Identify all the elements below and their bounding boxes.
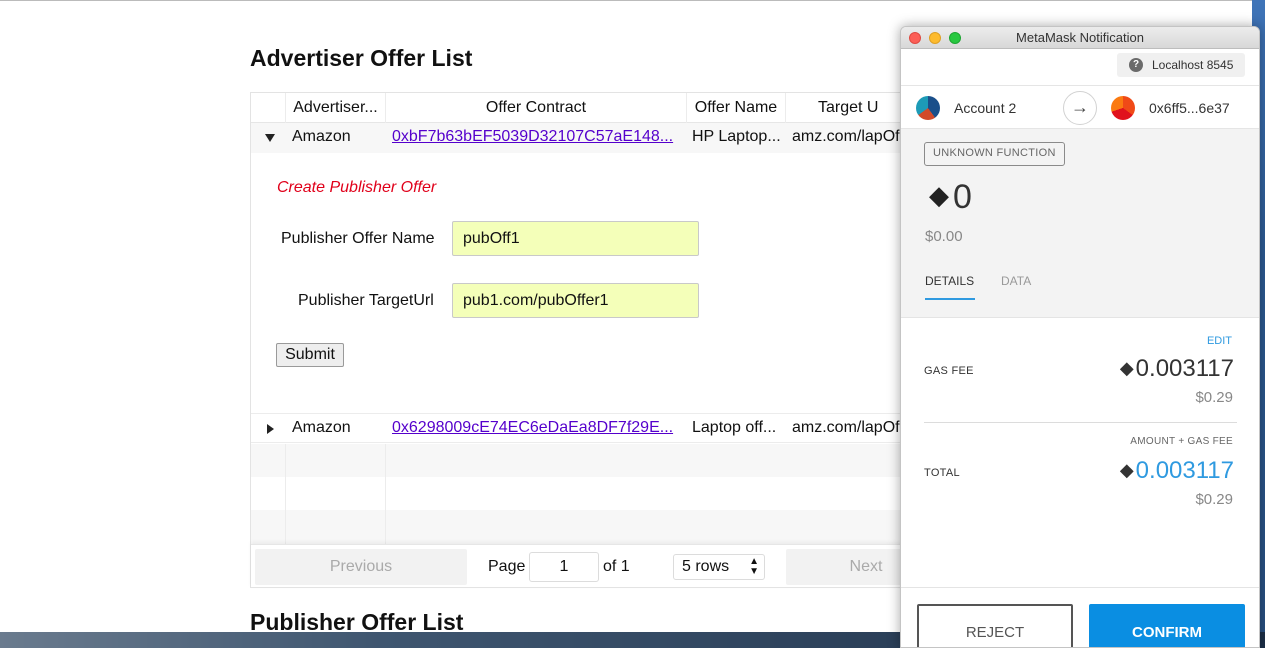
network-badge[interactable]: ? Localhost 8545	[1117, 53, 1245, 77]
tab-details[interactable]: DETAILS	[925, 274, 975, 300]
page-label: Page	[488, 558, 526, 575]
row-offer-name: HP Laptop...	[692, 128, 781, 145]
advertiser-offer-table: Advertiser... Offer Contract Offer Name …	[250, 92, 950, 588]
network-bar: ? Localhost 8545	[901, 49, 1259, 85]
help-icon: ?	[1129, 58, 1143, 72]
ethereum-icon: ◆	[1119, 358, 1134, 378]
row-offer-name: Laptop off...	[692, 419, 777, 436]
to-account-address: 0x6ff5...6e37	[1149, 100, 1230, 116]
amount-plus-gas-label: AMOUNT + GAS FEE	[1130, 436, 1233, 447]
column-divider	[385, 444, 386, 477]
window-titlebar[interactable]: MetaMask Notification	[901, 27, 1259, 49]
column-header-offer-contract[interactable]: Offer Contract	[386, 99, 686, 117]
gas-fee-value: ◆0.003117	[1120, 355, 1234, 383]
page-count-label: of 1	[603, 558, 630, 575]
select-arrows-icon: ▲ ▼	[749, 556, 759, 577]
column-header-advertiser[interactable]: Advertiser...	[286, 99, 385, 117]
publisher-target-url-label: Publisher TargetUrl	[298, 292, 434, 309]
row-advertiser: Amazon	[292, 128, 351, 145]
rows-per-page-value: 5 rows	[682, 558, 730, 575]
divider	[924, 422, 1237, 423]
row-offer-contract-link[interactable]: 0xbF7b63bEF5039D32107C57aE148...	[392, 128, 682, 146]
transaction-details: EDIT GAS FEE ◆0.003117 $0.29 AMOUNT + GA…	[901, 317, 1259, 587]
ethereum-icon: ◆	[1119, 460, 1134, 480]
publisher-offer-list-title: Publisher Offer List	[250, 609, 464, 632]
row-advertiser: Amazon	[292, 419, 351, 436]
network-name: Localhost 8545	[1152, 58, 1234, 72]
submit-button[interactable]: Submit	[276, 343, 344, 367]
total-amount: 0.003117	[1135, 457, 1234, 484]
gas-fee-usd: $0.29	[1195, 389, 1233, 406]
arrow-right-icon: →	[1063, 91, 1097, 125]
gas-fee-label: GAS FEE	[924, 365, 974, 377]
column-divider	[285, 444, 286, 477]
confirm-button[interactable]: CONFIRM	[1089, 604, 1245, 647]
from-account-name: Account 2	[954, 100, 1017, 116]
empty-table-row	[251, 510, 949, 544]
metamask-body: ? Localhost 8545 Account 2 → 0x6ff5...6e…	[901, 49, 1259, 647]
collapse-row-icon[interactable]	[265, 134, 275, 142]
total-value: ◆0.003117	[1120, 457, 1234, 485]
window-title: MetaMask Notification	[1016, 30, 1144, 45]
create-publisher-offer-form: Create Publisher Offer Publisher Offer N…	[251, 153, 949, 413]
amount-value: 0	[953, 178, 972, 216]
reject-button[interactable]: REJECT	[917, 604, 1073, 647]
column-divider	[285, 510, 286, 544]
gas-fee-amount: 0.003117	[1135, 355, 1234, 382]
previous-page-button[interactable]: Previous	[255, 549, 467, 585]
column-header-offer-name[interactable]: Offer Name	[687, 99, 785, 117]
function-type-badge: UNKNOWN FUNCTION	[924, 142, 1065, 166]
transaction-summary: UNKNOWN FUNCTION ◆ 0 $0.00 DETAILS DATA	[901, 129, 1259, 317]
edit-gas-link[interactable]: EDIT	[1207, 335, 1232, 347]
page-number-input[interactable]	[529, 552, 599, 582]
metamask-notification-window: MetaMask Notification ? Localhost 8545 A…	[900, 26, 1260, 648]
table-header: Advertiser... Offer Contract Offer Name …	[251, 93, 949, 123]
ethereum-icon: ◆	[929, 180, 949, 210]
column-divider	[385, 477, 386, 510]
table-row[interactable]: Amazon 0xbF7b63bEF5039D32107C57aE148... …	[251, 123, 949, 153]
rows-per-page-select[interactable]: 5 rows ▲ ▼	[673, 554, 765, 580]
publisher-offer-name-label: Publisher Offer Name	[281, 230, 435, 247]
action-footer: REJECT CONFIRM	[901, 587, 1259, 647]
from-account-avatar	[916, 96, 940, 120]
table-row[interactable]: Amazon 0x6298009cE74EC6eDaEa8DF7f29E... …	[251, 413, 949, 443]
publisher-target-url-input[interactable]	[452, 283, 699, 318]
transaction-amount: ◆ 0	[929, 178, 972, 217]
accounts-bar: Account 2 → 0x6ff5...6e37	[901, 85, 1259, 129]
column-divider	[385, 510, 386, 544]
publisher-offer-name-input[interactable]	[452, 221, 699, 256]
tab-data[interactable]: DATA	[1001, 274, 1031, 298]
empty-table-row	[251, 444, 949, 477]
empty-table-row	[251, 477, 949, 510]
to-account-avatar	[1111, 96, 1135, 120]
create-publisher-offer-title: Create Publisher Offer	[277, 179, 437, 196]
total-label: TOTAL	[924, 467, 960, 479]
advertiser-offer-list-title: Advertiser Offer List	[250, 45, 473, 71]
pagination-bar: Previous Page of 1 5 rows ▲▼ Next	[251, 544, 949, 588]
expand-row-icon[interactable]	[267, 424, 274, 434]
column-divider	[285, 477, 286, 510]
row-offer-contract-link[interactable]: 0x6298009cE74EC6eDaEa8DF7f29E...	[392, 419, 682, 437]
total-usd: $0.29	[1195, 491, 1233, 508]
amount-usd: $0.00	[925, 228, 963, 245]
